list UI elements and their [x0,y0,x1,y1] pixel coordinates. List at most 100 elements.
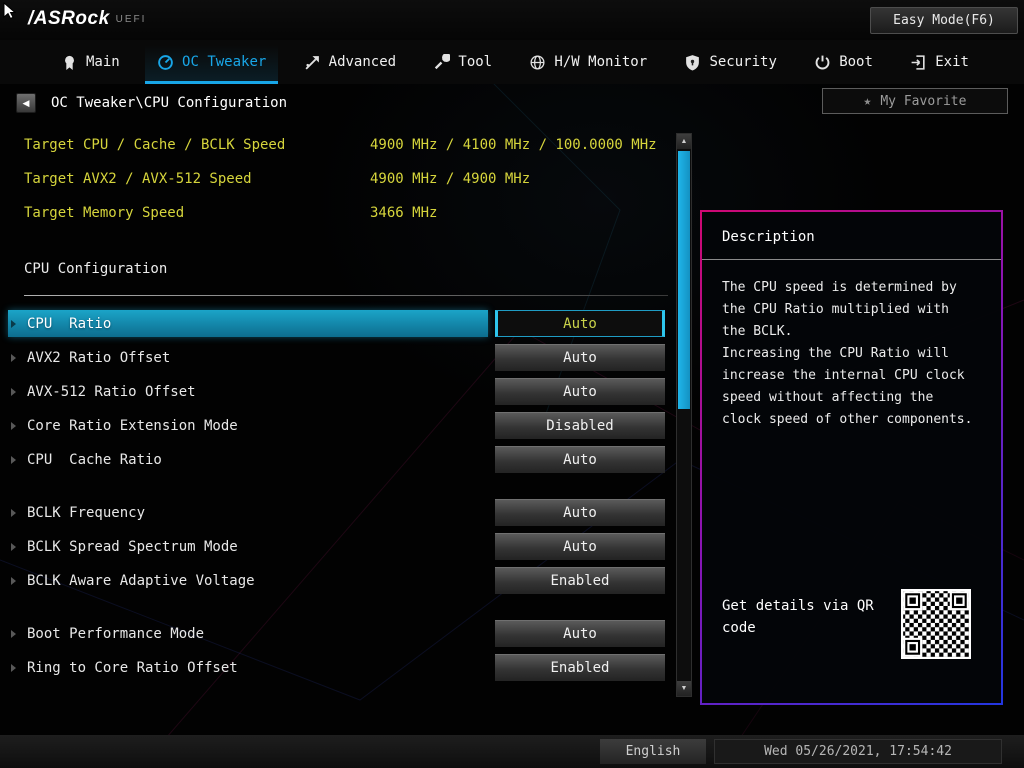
row-marker-icon [11,388,16,396]
row-marker-icon [11,456,16,464]
asrock-logo: /ASRock UEFI [28,8,146,30]
breadcrumb: OC Tweaker\CPU Configuration [51,95,287,111]
row-marker-icon [11,320,16,328]
tab-advanced[interactable]: Advanced [301,40,399,84]
setting-value-button[interactable]: Enabled [495,654,665,681]
tab-exit[interactable]: Exit [907,40,972,84]
scrollbar-thumb[interactable] [678,151,690,409]
target-value: 4900 MHz / 4900 MHz [370,171,530,187]
setting-value-button[interactable]: Auto [495,620,665,647]
advanced-icon [304,54,321,71]
setting-row-cpu-cache-ratio[interactable]: CPU Cache Ratio Auto [8,446,668,473]
setting-label: BCLK Frequency [27,505,145,521]
setting-value-button[interactable]: Auto [495,499,665,526]
setting-value-button[interactable]: Auto [495,533,665,560]
setting-value-button[interactable]: Disabled [495,412,665,439]
setting-label: Ring to Core Ratio Offset [27,660,238,676]
datetime-display: Wed 05/26/2021, 17:54:42 [714,739,1002,764]
target-value: 4900 MHz / 4100 MHz / 100.0000 MHz [370,137,657,153]
scrollbar[interactable]: ▲ ▼ [676,133,692,697]
scroll-up-icon[interactable]: ▲ [677,134,691,149]
hw-monitor-icon [529,54,546,71]
setting-label: AVX2 Ratio Offset [27,350,170,366]
row-marker-icon [11,664,16,672]
oc-tweaker-icon [157,54,174,71]
target-value: 3466 MHz [370,205,437,221]
setting-label: CPU Ratio [27,316,111,332]
description-panel: Description The CPU speed is determined … [700,210,1003,705]
tab-label: Main [86,54,120,70]
setting-row-bclk-aware-adaptive-voltage[interactable]: BCLK Aware Adaptive Voltage Enabled [8,567,668,594]
main-icon [61,54,78,71]
setting-row-ring-to-core-ratio-offset[interactable]: Ring to Core Ratio Offset Enabled [8,654,668,681]
row-marker-icon [11,543,16,551]
tab-oc-tweaker[interactable]: OC Tweaker [154,40,269,84]
target-row: Target Memory Speed 3466 MHz [24,196,668,230]
tab-label: Boot [839,54,873,70]
uefi-text: UEFI [116,14,147,25]
footer-bar: English Wed 05/26/2021, 17:54:42 [0,735,1024,768]
tab-hw-monitor[interactable]: H/W Monitor [526,40,650,84]
tab-security[interactable]: Security [681,40,779,84]
exit-icon [910,54,927,71]
setting-row-cpu-ratio[interactable]: CPU Ratio Auto [8,310,668,337]
setting-value-button[interactable]: Auto [495,344,665,371]
row-marker-icon [11,577,16,585]
brand-text: /ASRock [28,8,110,29]
setting-row-bclk-spread-spectrum[interactable]: BCLK Spread Spectrum Mode Auto [8,533,668,560]
target-label: Target AVX2 / AVX-512 Speed [24,171,370,187]
setting-row-boot-performance-mode[interactable]: Boot Performance Mode Auto [8,620,668,647]
target-label: Target Memory Speed [24,205,370,221]
tab-boot[interactable]: Boot [811,40,876,84]
description-divider [702,259,1001,260]
setting-value-button[interactable]: Enabled [495,567,665,594]
setting-label: BCLK Spread Spectrum Mode [27,539,238,555]
security-icon [684,54,701,71]
target-info: Target CPU / Cache / BCLK Speed 4900 MHz… [24,128,668,230]
setting-label: BCLK Aware Adaptive Voltage [27,573,255,589]
setting-label: AVX-512 Ratio Offset [27,384,196,400]
tab-label: Advanced [329,54,396,70]
nav-tabs: Main OC Tweaker Advanced Tool H/W Monito… [0,40,1024,84]
setting-value-button[interactable]: Auto [495,378,665,405]
section-divider [24,295,668,296]
tool-icon [433,54,450,71]
target-row: Target AVX2 / AVX-512 Speed 4900 MHz / 4… [24,162,668,196]
qr-label: Get details via QR code [722,595,907,639]
qr-code [901,589,971,659]
setting-label: CPU Cache Ratio [27,452,162,468]
tab-label: Exit [935,54,969,70]
breadcrumb-row: ◀ OC Tweaker\CPU Configuration [16,93,287,113]
setting-row-bclk-frequency[interactable]: BCLK Frequency Auto [8,499,668,526]
row-marker-icon [11,509,16,517]
setting-row-avx512-ratio-offset[interactable]: AVX-512 Ratio Offset Auto [8,378,668,405]
row-marker-icon [11,422,16,430]
scroll-down-icon[interactable]: ▼ [677,681,691,696]
mouse-cursor [2,2,20,20]
star-icon: ★ [864,94,872,109]
back-button[interactable]: ◀ [16,93,36,113]
tab-label: Security [709,54,776,70]
setting-label: Boot Performance Mode [27,626,204,642]
tab-label: Tool [458,54,492,70]
target-label: Target CPU / Cache / BCLK Speed [24,137,370,153]
setting-value-button[interactable]: Auto [495,446,665,473]
tab-main[interactable]: Main [58,40,123,84]
description-body: The CPU speed is determined by the CPU R… [722,277,981,431]
tab-label: OC Tweaker [182,54,266,70]
boot-icon [814,54,831,71]
tab-label: H/W Monitor [554,54,647,70]
setting-row-core-ratio-extension[interactable]: Core Ratio Extension Mode Disabled [8,412,668,439]
section-title: CPU Configuration [24,261,167,277]
language-button[interactable]: English [600,739,706,764]
easy-mode-button[interactable]: Easy Mode(F6) [870,7,1018,34]
settings-list: CPU Ratio Auto AVX2 Ratio Offset Auto AV… [8,310,668,688]
setting-row-avx2-ratio-offset[interactable]: AVX2 Ratio Offset Auto [8,344,668,371]
top-bar: /ASRock UEFI Easy Mode(F6) [0,0,1024,40]
setting-value-button[interactable]: Auto [495,310,665,337]
target-row: Target CPU / Cache / BCLK Speed 4900 MHz… [24,128,668,162]
bios-screen: /ASRock UEFI Easy Mode(F6) Main OC Tweake… [0,0,1024,768]
my-favorite-button[interactable]: ★ My Favorite [822,88,1008,114]
my-favorite-label: My Favorite [880,94,966,109]
tab-tool[interactable]: Tool [430,40,495,84]
